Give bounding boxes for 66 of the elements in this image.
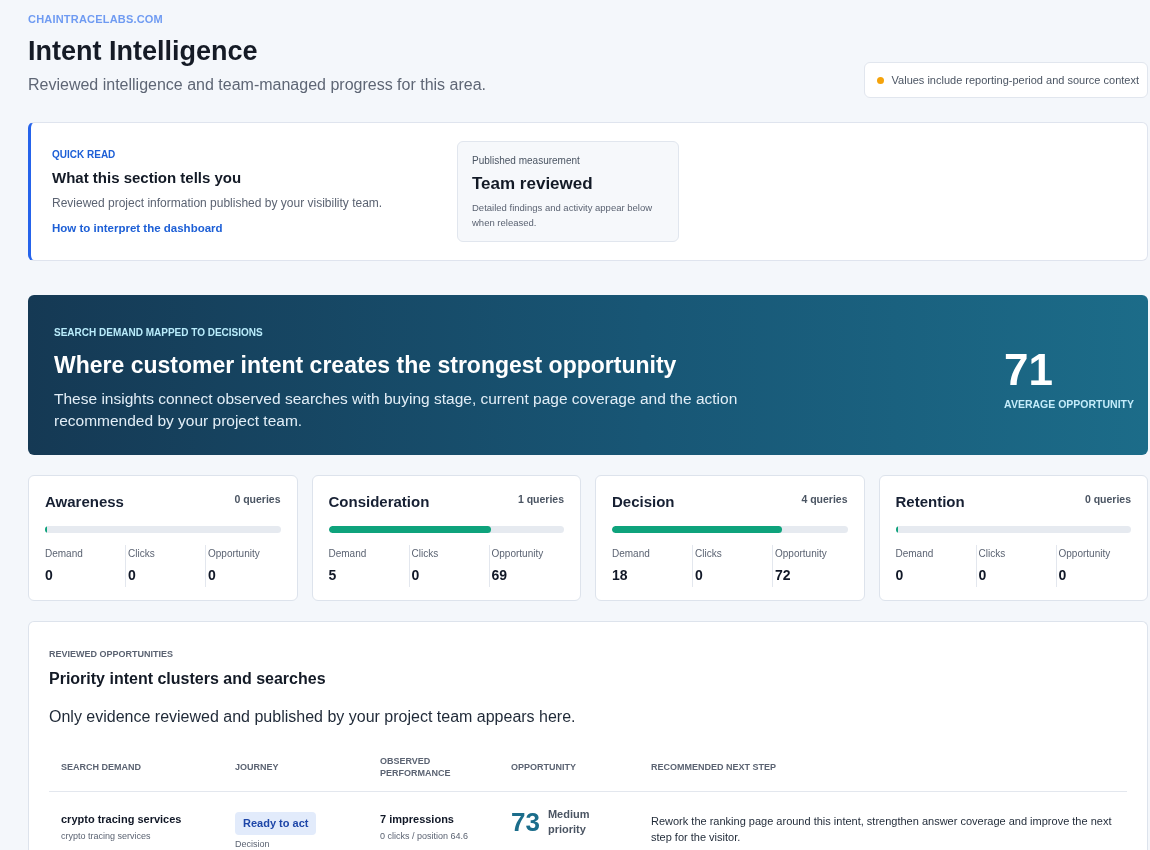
section-title: What this section tells you <box>52 167 243 188</box>
metric-label: Demand <box>612 547 651 561</box>
metric-value: 0 <box>411 566 421 585</box>
site-domain: CHAINTRACELABS.COM <box>28 12 164 26</box>
metric-label: Demand <box>895 547 935 561</box>
section-label: REVIEWED OPPORTUNITIES <box>49 648 174 660</box>
metric-value: 0 <box>45 566 54 585</box>
banner-description: These insights connect observed searches with buying stage, current page coverage and the action recommended by your project team. <box>54 389 739 431</box>
page-title: Intent Intelligence <box>28 35 259 68</box>
status-dot-icon <box>876 76 884 84</box>
search-term: crypto tracing services <box>61 812 183 826</box>
impressions-count: 7 impressions <box>380 812 455 826</box>
page-subtitle: Reviewed intelligence and team-managed progress for this area. <box>28 75 487 95</box>
metric-label: Opportunity <box>208 547 261 561</box>
metric-value: 0 <box>1058 566 1068 585</box>
metric-value: 0 <box>208 566 217 585</box>
metric-label: Demand <box>328 547 368 561</box>
search-term-detail: crypto tracing services <box>61 830 152 842</box>
dashboard-help-link[interactable]: How to interpret the dashboard <box>52 219 223 236</box>
metric-value: 0 <box>978 566 988 585</box>
query-count: 0 queries <box>234 492 281 506</box>
column-header: OBSERVED PERFORMANCE <box>368 744 499 792</box>
metric-value: 72 <box>775 566 792 585</box>
status-badge: Ready to act <box>235 812 317 835</box>
notice-text: Values include reporting-period and source context <box>891 74 1139 86</box>
stage-title: Retention <box>895 492 965 512</box>
column-header: RECOMMENDED NEXT STEP <box>639 744 1127 792</box>
metric-value: 0 <box>695 566 704 585</box>
stage-title: Consideration <box>328 492 430 512</box>
priority-label: Medium priority <box>547 807 591 837</box>
query-count: 1 queries <box>517 492 564 506</box>
metric-label: Demand <box>45 547 84 561</box>
measurement-value: Team reviewed <box>472 173 594 195</box>
section-description: Reviewed project information published by your visibility team. <box>52 194 384 212</box>
query-count: 4 queries <box>801 492 848 506</box>
metric-label: Opportunity <box>1058 547 1112 561</box>
stage-title: Decision <box>612 492 675 512</box>
section-description: Only evidence reviewed and published by your project team appears here. <box>49 707 577 727</box>
average-opportunity-label: AVERAGE OPPORTUNITY <box>1004 397 1134 411</box>
query-count: 0 queries <box>1084 492 1131 506</box>
measurement-note: Detailed findings and activity appear below when released. <box>472 201 654 230</box>
metric-label: Clicks <box>128 547 156 561</box>
journey-stage: Decision <box>235 838 271 850</box>
metric-label: Opportunity <box>775 547 828 561</box>
metric-value: 18 <box>612 566 629 585</box>
column-header: SEARCH DEMAND <box>49 744 223 792</box>
banner-label: SEARCH DEMAND MAPPED TO DECISIONS <box>54 326 264 340</box>
metric-value: 5 <box>328 566 338 585</box>
metric-value: 0 <box>895 566 905 585</box>
measurement-label: Published measurement <box>472 154 581 168</box>
metric-label: Clicks <box>695 547 723 561</box>
stage-title: Awareness <box>45 492 124 512</box>
performance-detail: 0 clicks / position 64.6 <box>380 830 470 842</box>
opportunity-score: 73 <box>511 807 540 837</box>
section-label: QUICK READ <box>52 147 117 162</box>
average-opportunity-value: 71 <box>1004 346 1055 394</box>
next-step-text: Rework the ranking page around this intent, strengthen answer coverage and improve the next step for the visitor. <box>651 814 1113 845</box>
metric-value: 0 <box>128 566 137 585</box>
column-header: OPPORTUNITY <box>499 744 639 792</box>
metric-label: Clicks <box>411 547 440 561</box>
section-title: Priority intent clusters and searches <box>49 669 327 689</box>
column-header: JOURNEY <box>223 744 368 792</box>
metric-label: Opportunity <box>491 547 545 561</box>
metric-value: 69 <box>491 566 509 585</box>
banner-title: Where customer intent creates the strongest opportunity <box>54 351 678 380</box>
metric-label: Clicks <box>978 547 1007 561</box>
